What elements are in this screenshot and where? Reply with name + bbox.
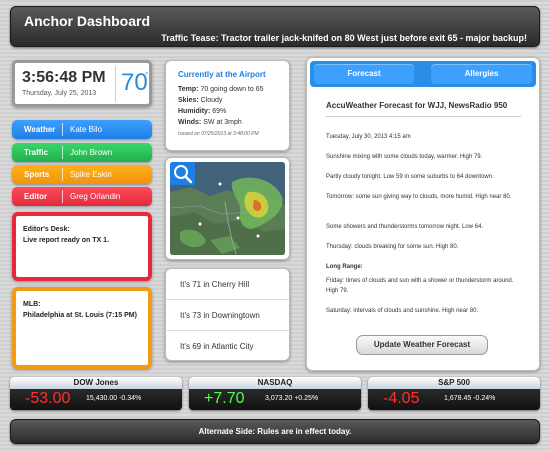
stock-level: 1,678.45 -0.24%: [444, 395, 496, 402]
stock-name: DOW Jones: [10, 377, 182, 389]
forecast-paragraph: Partly cloudy tonight. Low 59 in some su…: [326, 174, 494, 180]
airport-humidity-row: Humidity: 69%: [178, 108, 226, 115]
staff-traffic[interactable]: Traffic John Brown: [12, 143, 152, 162]
airport-temp-row: Temp: 70 going down to 65: [178, 86, 264, 93]
stock-level: 15,430.00 -0.34%: [86, 395, 142, 402]
long-range-label: Long Range:: [326, 264, 363, 270]
local-temp-text: It's 73 in Downingtown: [180, 311, 260, 320]
local-temp-text: It's 69 in Atlantic City: [180, 342, 254, 351]
footer-bar: Alternate Side: Rules are in effect toda…: [10, 419, 540, 444]
stock-level: 3,073.20 +0.25%: [265, 395, 319, 402]
staff-role: Sports: [24, 170, 50, 179]
forecast-paragraph: Tomorrow: some sun giving way to clouds,…: [326, 194, 512, 200]
staff-name: Kate Bilo: [70, 125, 103, 134]
airport-row-label: Winds:: [178, 119, 202, 126]
tab-allergies[interactable]: Allergies: [431, 64, 532, 84]
clock-panel: 3:56:48 PM Thursday, July 25, 2013 70 °: [12, 60, 152, 107]
search-icon[interactable]: [170, 162, 195, 185]
radar-panel[interactable]: [165, 157, 290, 260]
airport-title: Currently at the Airport: [178, 70, 266, 79]
stock-name: S&P 500: [368, 377, 540, 389]
local-temp-text: It's 71 in Cherry Hill: [180, 280, 250, 289]
forecast-paragraph: Saturday: intervals of clouds and sunshi…: [326, 308, 479, 314]
clock-divider: [115, 66, 116, 102]
mlb-box: MLB: Philadelphia at St. Louis (7:15 PM): [12, 287, 152, 369]
staff-name: Spike Eskin: [70, 170, 112, 179]
stock-body: -4.05 1,678.45 -0.24%: [368, 389, 540, 410]
forecast-divider: [326, 116, 521, 117]
airport-row-value: SW at 3mph: [203, 119, 242, 126]
list-item: It's 73 in Downingtown: [166, 300, 289, 331]
staff-sports[interactable]: Sports Spike Eskin: [12, 165, 152, 184]
app-title: Anchor Dashboard: [24, 13, 151, 29]
forecast-tabs: Forecast Allergies: [310, 61, 536, 87]
forecast-paragraph: Sunshine mixing with some clouds today, …: [326, 154, 483, 160]
staff-name: Greg Orlandin: [70, 192, 121, 201]
staff-divider: [62, 168, 63, 181]
airport-conditions: Currently at the Airport Temp: 70 going …: [165, 60, 290, 151]
editor-desk-message: Live report ready on TX 1.: [23, 237, 109, 244]
airport-row-value: 70 going down to 65: [200, 86, 264, 93]
forecast-paragraph: Thursday: clouds breaking for some sun. …: [326, 244, 459, 250]
forecast-panel: Forecast Allergies AccuWeather Forecast …: [306, 57, 540, 371]
forecast-paragraph: Some showers and thunderstorms tomorrow …: [326, 224, 484, 230]
traffic-tease: Traffic Tease: Tractor trailer jack-knif…: [161, 33, 527, 43]
stock-sp-500: S&P 500 -4.05 1,678.45 -0.24%: [368, 377, 540, 410]
staff-name: John Brown: [70, 148, 113, 157]
tab-forecast[interactable]: Forecast: [314, 64, 414, 84]
temperature-unit: °: [145, 71, 149, 80]
airport-skies-row: Skies: Cloudy: [178, 97, 222, 104]
list-item: It's 71 in Cherry Hill: [166, 269, 289, 300]
update-forecast-button[interactable]: Update Weather Forecast: [356, 335, 488, 355]
clock-date: Thursday, July 25, 2013: [22, 90, 97, 97]
staff-weather[interactable]: Weather Kate Bilo: [12, 120, 152, 139]
alternate-side-status: Alternate Side: Rules are in effect toda…: [198, 427, 352, 436]
staff-divider: [62, 190, 63, 203]
mlb-game: Philadelphia at St. Louis (7:15 PM): [23, 312, 137, 319]
stock-nasdaq: NASDAQ +7.70 3,073.20 +0.25%: [189, 377, 361, 410]
airport-issued-time: Issued on 07/25/2013 at 3:48:00 PM: [178, 131, 259, 137]
stock-dow-jones: DOW Jones -53.00 15,430.00 -0.34%: [10, 377, 182, 410]
editor-desk-title: Editor's Desk:: [23, 226, 70, 233]
staff-divider: [62, 146, 63, 159]
current-temperature: 70: [121, 69, 148, 96]
local-temps-list: It's 71 in Cherry Hill It's 73 in Downin…: [165, 268, 290, 361]
stock-change: -4.05: [383, 390, 420, 407]
airport-row-value: 69%: [212, 108, 227, 115]
radar-map[interactable]: [170, 162, 285, 255]
stock-name: NASDAQ: [189, 377, 361, 389]
forecast-timestamp: Tuesday, July 30, 2013 4:15 am: [326, 134, 411, 140]
stock-change: +7.70: [204, 390, 245, 407]
airport-row-value: Cloudy: [200, 97, 223, 104]
staff-role: Traffic: [24, 148, 49, 157]
staff-divider: [62, 123, 63, 136]
airport-row-label: Humidity:: [178, 108, 211, 115]
editor-desk-box: Editor's Desk: Live report ready on TX 1…: [12, 212, 152, 281]
airport-row-label: Skies:: [178, 97, 199, 104]
mlb-title: MLB:: [23, 301, 41, 308]
airport-row-label: Temp:: [178, 86, 199, 93]
stock-body: +7.70 3,073.20 +0.25%: [189, 389, 361, 410]
forecast-paragraph: Friday: times of clouds and sun with a s…: [326, 278, 514, 294]
forecast-title: AccuWeather Forecast for WJJ, NewsRadio …: [326, 101, 508, 110]
airport-winds-row: Winds: SW at 3mph: [178, 119, 242, 126]
stock-change: -53.00: [25, 390, 71, 407]
clock-time: 3:56:48 PM: [22, 69, 106, 86]
list-item: It's 69 in Atlantic City: [166, 331, 289, 362]
stock-body: -53.00 15,430.00 -0.34%: [10, 389, 182, 410]
staff-role: Editor: [24, 192, 48, 201]
header-bar: Anchor Dashboard Traffic Tease: Tractor …: [10, 6, 540, 47]
staff-role: Weather: [24, 125, 56, 134]
staff-editor[interactable]: Editor Greg Orlandin: [12, 187, 152, 206]
